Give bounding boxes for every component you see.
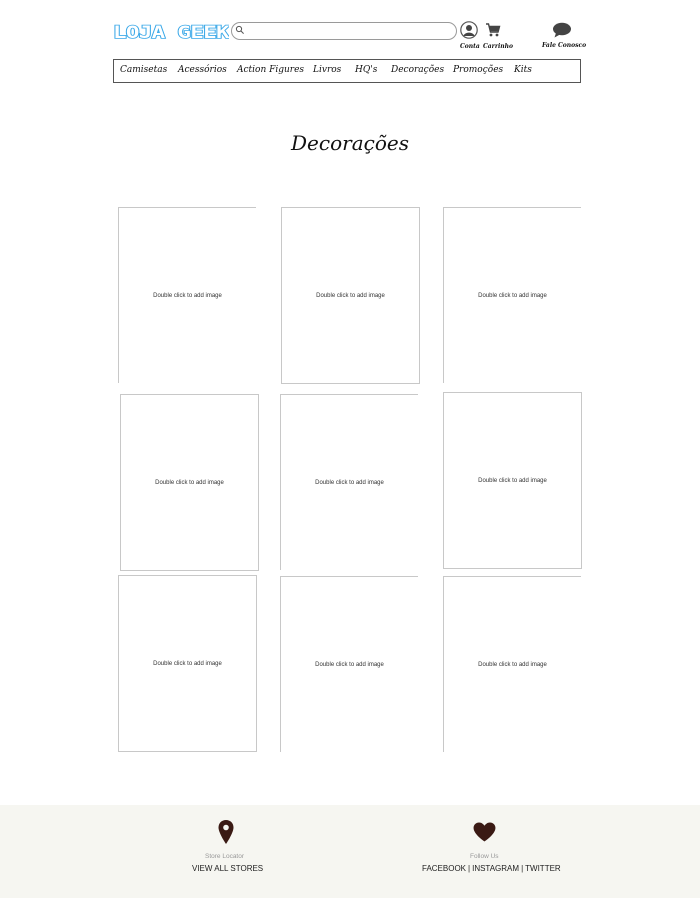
image-placeholder-text: Double click to add image: [153, 292, 222, 299]
category-nav: Camisetas Acessórios Action Figures Livr…: [113, 59, 581, 83]
product-card[interactable]: Double click to add image: [281, 207, 420, 384]
image-placeholder-text: Double click to add image: [155, 479, 224, 486]
search-bar[interactable]: [231, 22, 457, 40]
social-links: FACEBOOK | INSTAGRAM | TWITTER: [422, 864, 561, 873]
store-locator-caption: Store Locator: [205, 853, 245, 860]
divider: |: [521, 864, 524, 873]
twitter-link[interactable]: TWITTER: [525, 864, 561, 873]
nav-item-decoracoes[interactable]: Decorações: [391, 65, 444, 75]
image-placeholder-text: Double click to add image: [478, 661, 547, 668]
nav-item-livros[interactable]: Livros: [313, 65, 341, 75]
nav-item-kits[interactable]: Kits: [514, 65, 532, 75]
search-icon: [235, 25, 244, 34]
view-all-stores-link[interactable]: VIEW ALL STORES: [192, 864, 263, 873]
facebook-link[interactable]: FACEBOOK: [422, 864, 466, 873]
user-icon: [460, 21, 478, 39]
image-placeholder-text: Double click to add image: [153, 660, 222, 667]
cart-icon: [486, 23, 501, 37]
nav-item-camisetas[interactable]: Camisetas: [120, 65, 167, 75]
divider: |: [468, 864, 471, 873]
nav-item-acessorios[interactable]: Acessórios: [178, 65, 227, 75]
chat-bubble-icon: [553, 22, 571, 38]
nav-item-promocoes[interactable]: Promoções: [453, 65, 503, 75]
nav-item-hqs[interactable]: HQ's: [355, 65, 377, 75]
product-card[interactable]: Double click to add image: [443, 207, 581, 383]
product-card[interactable]: Double click to add image: [280, 394, 418, 570]
image-placeholder-text: Double click to add image: [315, 479, 384, 486]
product-card[interactable]: Double click to add image: [443, 576, 581, 752]
product-card[interactable]: Double click to add image: [120, 394, 259, 571]
account-label: Conta: [460, 43, 480, 50]
product-card[interactable]: Double click to add image: [118, 575, 257, 752]
image-placeholder-text: Double click to add image: [478, 477, 547, 484]
map-pin-icon: [218, 820, 234, 844]
image-placeholder-text: Double click to add image: [315, 661, 384, 668]
page-title: Decorações: [291, 131, 409, 155]
image-placeholder-text: Double click to add image: [478, 292, 547, 299]
cart-label: Carrinho: [483, 43, 513, 50]
logo-text: LOJA GEEK: [113, 23, 229, 43]
nav-item-action-figures[interactable]: Action Figures: [237, 65, 304, 75]
follow-us-caption: Follow Us: [470, 853, 499, 860]
logo[interactable]: LOJA GEEK: [113, 19, 229, 45]
footer: Store Locator VIEW ALL STORES Follow Us …: [0, 805, 700, 898]
search-input[interactable]: [248, 23, 448, 39]
contact-label: Fale Conosco: [542, 42, 587, 49]
cart-button[interactable]: Carrinho: [483, 22, 513, 52]
product-card[interactable]: Double click to add image: [118, 207, 256, 383]
heart-icon: [473, 822, 496, 842]
account-button[interactable]: Conta: [458, 21, 482, 51]
contact-button[interactable]: Fale Conosco: [540, 22, 586, 52]
product-card[interactable]: Double click to add image: [443, 392, 582, 569]
image-placeholder-text: Double click to add image: [316, 292, 385, 299]
instagram-link[interactable]: INSTAGRAM: [472, 864, 519, 873]
product-card[interactable]: Double click to add image: [280, 576, 418, 752]
